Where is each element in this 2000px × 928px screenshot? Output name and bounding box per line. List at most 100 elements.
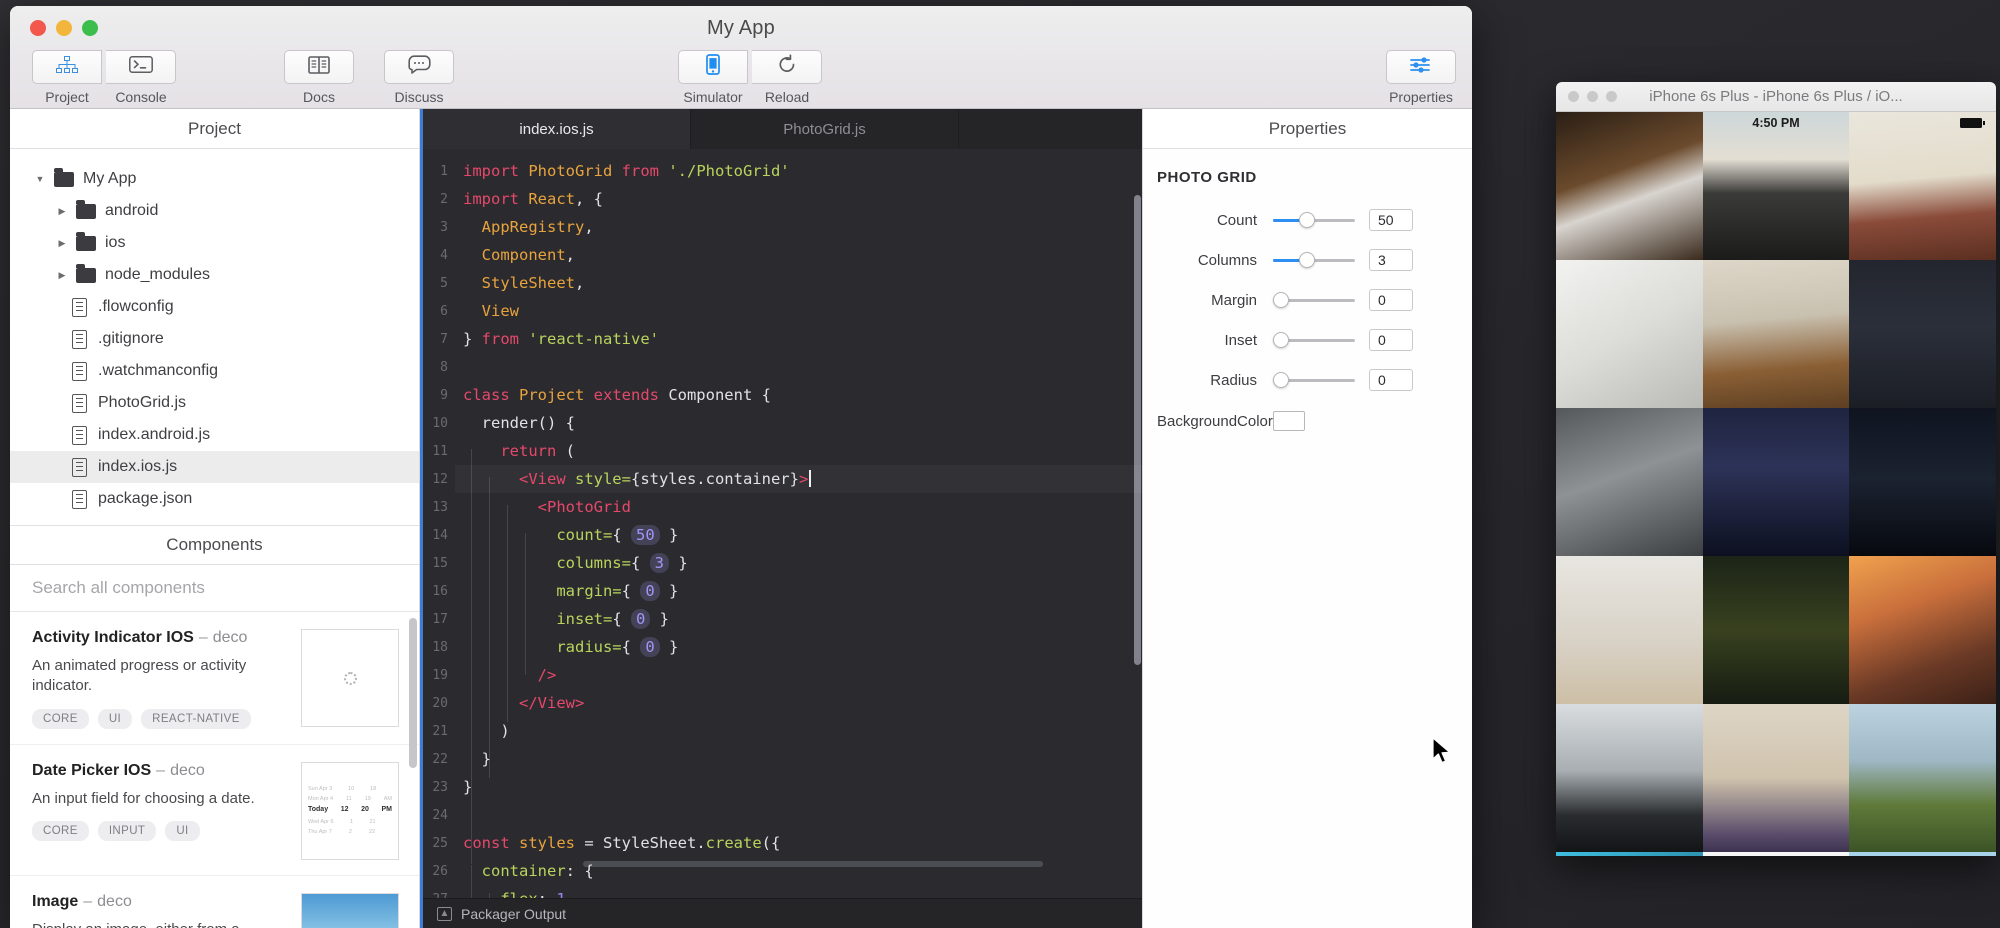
code-line[interactable]: 19 /> [423, 661, 1142, 689]
toolbar-button-simulator[interactable]: Simulator [676, 50, 750, 105]
slider-knob[interactable] [1273, 332, 1289, 348]
toolbar-label: Console [115, 89, 167, 105]
code-line[interactable]: 12 <View style={styles.container}> [423, 465, 1142, 493]
component-card[interactable]: Activity Indicator IOS – deco An animated p… [10, 612, 419, 745]
slider-knob[interactable] [1299, 252, 1316, 268]
property-slider-radius[interactable] [1273, 371, 1355, 389]
tree-item-node-modules[interactable]: node_modules [10, 259, 419, 291]
toolbar-button-docs[interactable]: Docs [282, 50, 356, 105]
ide-body: Project My App android ios node_modules .flo… [10, 109, 1472, 928]
code-line[interactable]: 16 margin={ 0 } [423, 577, 1142, 605]
code-line[interactable]: 15 columns={ 3 } [423, 549, 1142, 577]
project-file-tree[interactable]: My App android ios node_modules .flowconfig.… [10, 149, 419, 525]
packager-output-bar[interactable]: ▲ Packager Output [423, 898, 1142, 928]
code-line[interactable]: 9 class Project extends Component { [423, 381, 1142, 409]
code-token: './PhotoGrid' [668, 162, 790, 180]
code-line[interactable]: 27 flex: 1, [423, 885, 1142, 898]
tree-item-gitignore[interactable]: .gitignore [10, 323, 419, 355]
chevron-right-icon[interactable] [54, 206, 70, 217]
code-line[interactable]: 5 StyleSheet, [423, 269, 1142, 297]
code-line[interactable]: 20 </View> [423, 689, 1142, 717]
property-slider-columns[interactable] [1273, 251, 1355, 269]
component-card[interactable]: Date Picker IOS – deco An input field for c… [10, 745, 419, 876]
code-line[interactable]: 6 View [423, 297, 1142, 325]
code-line[interactable]: 8 [423, 353, 1142, 381]
line-number: 2 [440, 191, 448, 207]
color-swatch[interactable] [1273, 411, 1305, 431]
tree-item-android[interactable]: android [10, 195, 419, 227]
toolbar-button-console[interactable]: Console [104, 50, 178, 105]
code-line[interactable]: 3 AppRegistry, [423, 213, 1142, 241]
chevron-right-icon[interactable] [54, 270, 70, 281]
inline-number-widget[interactable]: 0 [640, 581, 660, 601]
property-row-inset: Inset 0 [1143, 320, 1472, 360]
tree-item-index-android-js[interactable]: index.android.js [10, 419, 419, 451]
components-scrollbar[interactable] [409, 618, 417, 768]
toolbar-button-properties[interactable]: Properties [1384, 50, 1458, 105]
code-line[interactable]: 4 Component, [423, 241, 1142, 269]
search-input[interactable] [10, 565, 419, 611]
inline-number-widget[interactable]: 3 [649, 553, 669, 573]
toolbar-button-project[interactable]: Project [30, 50, 104, 105]
tree-item-ios[interactable]: ios [10, 227, 419, 259]
photo-cell [1556, 260, 1703, 408]
property-value-margin[interactable]: 0 [1369, 289, 1413, 311]
toolbar-button-discuss[interactable]: Discuss [382, 50, 456, 105]
code-line[interactable]: 23} [423, 773, 1142, 801]
chevron-down-icon[interactable] [32, 174, 48, 184]
slider-knob[interactable] [1273, 292, 1289, 308]
code-line[interactable]: 26 container: { [423, 857, 1142, 885]
components-list[interactable]: Activity Indicator IOS – deco An animated p… [10, 612, 419, 928]
code-line[interactable]: 13 <PhotoGrid [423, 493, 1142, 521]
tree-item-my-app[interactable]: My App [10, 163, 419, 195]
line-number: 10 [432, 415, 448, 431]
property-value-radius[interactable]: 0 [1369, 369, 1413, 391]
code-line[interactable]: 2 import React, { [423, 185, 1142, 213]
code-line[interactable]: 14 count={ 50 } [423, 521, 1142, 549]
code-line[interactable]: 22 } [423, 745, 1142, 773]
editor-tab-bar[interactable]: index.ios.js PhotoGrid.js [423, 109, 1142, 149]
toolbar-middle-group: Simulator Reload [676, 50, 824, 105]
property-value-columns[interactable]: 3 [1369, 249, 1413, 271]
property-slider-inset[interactable] [1273, 331, 1355, 349]
tree-item-photogrid-js[interactable]: PhotoGrid.js [10, 387, 419, 419]
tree-item-index-ios-js[interactable]: index.ios.js [10, 451, 419, 483]
code-line[interactable]: 21 ) [423, 717, 1142, 745]
toolbar-separator [230, 50, 256, 105]
inline-number-widget[interactable]: 50 [630, 525, 660, 545]
code-line[interactable]: 11 return ( [423, 437, 1142, 465]
chevron-right-icon[interactable] [54, 238, 70, 249]
code-token: </View> [463, 694, 585, 712]
slider-knob[interactable] [1273, 372, 1289, 388]
component-card[interactable]: Image–deco Display an image, either from … [10, 876, 419, 928]
expand-icon[interactable]: ▲ [437, 906, 452, 921]
tree-item-package-json[interactable]: package.json [10, 483, 419, 515]
slider-knob[interactable] [1299, 212, 1316, 228]
code-token: 1 [556, 890, 565, 898]
code-line[interactable]: 7} from 'react-native' [423, 325, 1142, 353]
toolbar-button-reload[interactable]: Reload [750, 50, 824, 105]
code-line[interactable]: 10 render() { [423, 409, 1142, 437]
tree-item-flowconfig[interactable]: .flowconfig [10, 291, 419, 323]
file-icon [72, 489, 87, 509]
property-slider-margin[interactable] [1273, 291, 1355, 309]
component-tag: INPUT [97, 820, 157, 841]
code-content[interactable]: 1 import PhotoGrid from './PhotoGrid' 2 imp… [423, 149, 1142, 898]
inline-number-widget[interactable]: 0 [640, 637, 660, 657]
code-line[interactable]: 25 const styles = StyleSheet.create({ [423, 829, 1142, 857]
code-line[interactable]: 24 [423, 801, 1142, 829]
property-value-inset[interactable]: 0 [1369, 329, 1413, 351]
property-slider-count[interactable] [1273, 211, 1355, 229]
tree-item-label: package.json [98, 490, 193, 507]
inline-number-widget[interactable]: 0 [630, 609, 651, 629]
property-value-count[interactable]: 50 [1369, 209, 1413, 231]
tree-item-watchmanconfig[interactable]: .watchmanconfig [10, 355, 419, 387]
editor-tab-index-ios-js[interactable]: index.ios.js [423, 109, 691, 149]
code-line[interactable]: 1 import PhotoGrid from './PhotoGrid' [423, 157, 1142, 185]
code-token: { [612, 526, 631, 544]
code-line[interactable]: 18 radius={ 0 } [423, 633, 1142, 661]
code-token: const [463, 834, 519, 852]
editor-tab-photogrid-js[interactable]: PhotoGrid.js [691, 109, 959, 149]
photo-cell [1556, 556, 1703, 704]
code-line[interactable]: 17 inset={ 0 } [423, 605, 1142, 633]
